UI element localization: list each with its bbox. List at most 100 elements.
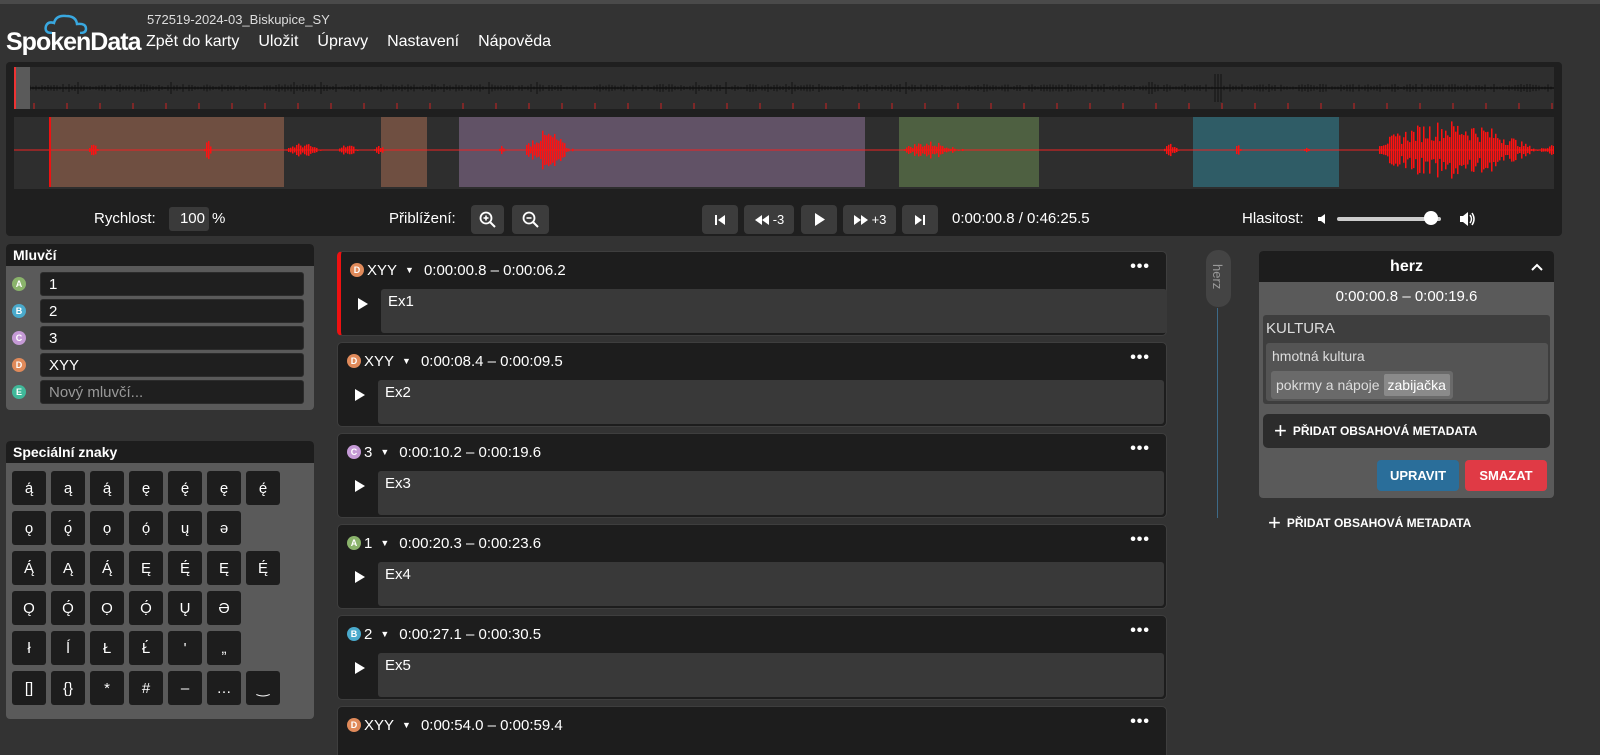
speed-input[interactable]: 100 [169, 207, 209, 231]
special-char-button[interactable]: … [207, 671, 241, 705]
menu-help[interactable]: Nápověda [478, 33, 551, 51]
special-char-button[interactable]: Ę [207, 551, 241, 585]
special-char-button[interactable]: ą́ [12, 471, 46, 505]
segment-card[interactable]: D XYY ▼ 0:00:08.4 – 0:00:09.5 ••• Ex2 [337, 342, 1167, 427]
special-char-button[interactable]: ę [207, 471, 241, 505]
special-char-button[interactable]: ǫ́ [51, 511, 85, 545]
caret-down-icon[interactable]: ▼ [380, 447, 389, 457]
segment-speaker[interactable]: XYY [364, 353, 394, 370]
zoom-out-button[interactable] [512, 205, 549, 234]
add-metadata-outer-button[interactable]: + PŘIDAT OBSAHOVÁ METADATA [1268, 510, 1471, 536]
caret-down-icon[interactable]: ▼ [380, 538, 389, 548]
chevron-up-icon[interactable] [1531, 263, 1543, 271]
special-char-button[interactable]: Ə [207, 591, 241, 625]
skip-start-button[interactable] [702, 205, 738, 234]
segment-text[interactable]: Ex2 [378, 380, 1164, 424]
special-char-button[interactable]: ǫ [12, 511, 46, 545]
menu-edit[interactable]: Úpravy [317, 33, 368, 51]
speaker-name-input[interactable]: 2 [40, 299, 304, 323]
segment-speaker[interactable]: XYY [364, 717, 394, 734]
detail-waveform[interactable] [14, 117, 1554, 189]
overview-viewport[interactable] [14, 67, 30, 109]
special-char-button[interactable]: Ł [90, 631, 124, 665]
more-options-icon[interactable]: ••• [1130, 622, 1150, 640]
spokendata-logo[interactable]: SpokenData [6, 14, 141, 56]
special-char-button[interactable]: ą́ [90, 471, 124, 505]
special-char-button[interactable]: ọ [90, 511, 124, 545]
special-char-button[interactable]: Ą [51, 551, 85, 585]
special-char-button[interactable]: ę́ [246, 471, 280, 505]
metadata-rail-tab[interactable]: herz [1206, 250, 1231, 307]
play-segment-icon[interactable] [355, 389, 365, 401]
segment-card[interactable]: A 1 ▼ 0:00:20.3 – 0:00:23.6 ••• Ex4 [337, 524, 1167, 609]
play-button[interactable] [801, 205, 837, 234]
special-char-button[interactable]: ę [129, 471, 163, 505]
segment-text[interactable]: Ex5 [378, 653, 1164, 697]
segment-card[interactable]: B 2 ▼ 0:00:27.1 – 0:00:30.5 ••• Ex5 [337, 615, 1167, 700]
overview-waveform[interactable] [14, 67, 1554, 109]
special-char-button[interactable]: Ą́ [12, 551, 46, 585]
special-char-button[interactable]: Ę́ [246, 551, 280, 585]
special-char-button[interactable]: Ę́ [168, 551, 202, 585]
segment-card[interactable]: D XYY ▼ 0:00:00.8 – 0:00:06.2 ••• Ex1 [337, 251, 1167, 336]
caret-down-icon[interactable]: ▼ [380, 629, 389, 639]
volume-high-icon[interactable] [1459, 211, 1477, 227]
special-char-button[interactable]: ą [51, 471, 85, 505]
play-segment-icon[interactable] [355, 662, 365, 674]
menu-save[interactable]: Uložit [258, 33, 298, 51]
special-char-button[interactable]: „ [207, 631, 241, 665]
special-char-button[interactable]: Ę [129, 551, 163, 585]
caret-down-icon[interactable]: ▼ [402, 356, 411, 366]
segment-text[interactable]: Ex3 [378, 471, 1164, 515]
segment-speaker[interactable]: XYY [367, 262, 397, 279]
special-char-button[interactable]: ę́ [168, 471, 202, 505]
zoom-in-button[interactable] [471, 205, 504, 234]
caret-down-icon[interactable]: ▼ [405, 265, 414, 275]
special-char-button[interactable]: # [129, 671, 163, 705]
segment-speaker[interactable]: 3 [364, 444, 372, 461]
edit-button[interactable]: UPRAVIT [1377, 460, 1459, 491]
more-options-icon[interactable]: ••• [1130, 349, 1150, 367]
metadata-tag[interactable]: zabijačka [1383, 374, 1450, 396]
menu-back-to-card[interactable]: Zpět do karty [146, 33, 239, 51]
metadata-header[interactable]: herz [1259, 251, 1554, 282]
special-char-button[interactable]: – [168, 671, 202, 705]
delete-button[interactable]: SMAZAT [1465, 460, 1547, 491]
special-char-button[interactable]: {} [51, 671, 85, 705]
skip-end-button[interactable] [902, 205, 938, 234]
segment-card[interactable]: D XYY ▼ 0:00:54.0 – 0:00:59.4 ••• [337, 706, 1167, 755]
segment-text[interactable]: Ex1 [381, 289, 1167, 333]
volume-slider-handle[interactable] [1423, 211, 1438, 225]
special-char-button[interactable]: ĺ [51, 631, 85, 665]
special-char-button[interactable]: Ǫ [12, 591, 46, 625]
segment-text[interactable]: Ex4 [378, 562, 1164, 606]
rewind-button[interactable]: -3 [744, 205, 794, 234]
segment-speaker[interactable]: 2 [364, 626, 372, 643]
special-char-button[interactable]: Ǫ́ [51, 591, 85, 625]
special-char-button[interactable]: Ų [168, 591, 202, 625]
special-char-button[interactable]: ł [12, 631, 46, 665]
play-segment-icon[interactable] [355, 480, 365, 492]
special-char-button[interactable]: ‿ [246, 671, 280, 705]
forward-button[interactable]: +3 [843, 205, 896, 234]
special-char-button[interactable]: ų [168, 511, 202, 545]
special-char-button[interactable]: Ą́ [90, 551, 124, 585]
more-options-icon[interactable]: ••• [1130, 713, 1150, 731]
play-segment-icon[interactable] [358, 298, 368, 310]
segment-speaker[interactable]: 1 [364, 535, 372, 552]
special-char-button[interactable]: Ł́ [129, 631, 163, 665]
special-char-button[interactable]: ọ́ [129, 511, 163, 545]
special-char-button[interactable]: [] [12, 671, 46, 705]
special-char-button[interactable]: ' [168, 631, 202, 665]
special-char-button[interactable]: Ọ́ [129, 591, 163, 625]
speaker-name-input[interactable]: 1 [40, 272, 304, 296]
special-char-button[interactable]: ə [207, 511, 241, 545]
more-options-icon[interactable]: ••• [1130, 440, 1150, 458]
segment-card[interactable]: C 3 ▼ 0:00:10.2 – 0:00:19.6 ••• Ex3 [337, 433, 1167, 518]
more-options-icon[interactable]: ••• [1130, 531, 1150, 549]
speaker-name-input[interactable]: Nový mluvčí... [40, 380, 304, 404]
play-segment-icon[interactable] [355, 571, 365, 583]
special-char-button[interactable]: Ọ [90, 591, 124, 625]
add-metadata-button[interactable]: + PŘIDAT OBSAHOVÁ METADATA [1263, 414, 1550, 448]
speaker-name-input[interactable]: 3 [40, 326, 304, 350]
